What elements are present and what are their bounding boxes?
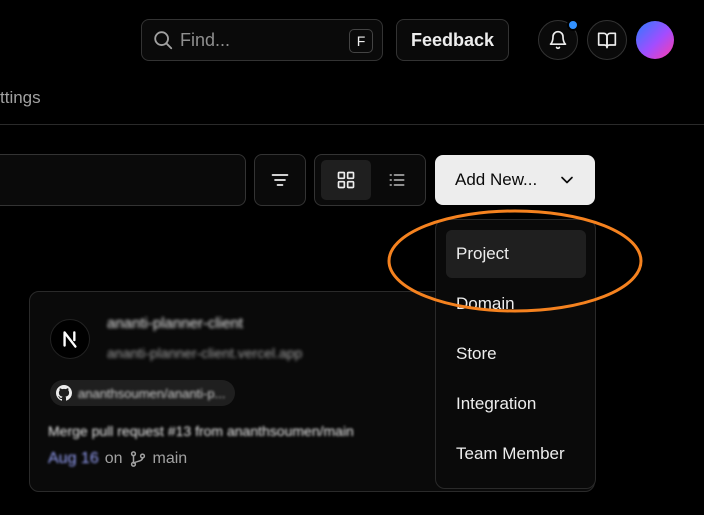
menu-item-project[interactable]: Project bbox=[446, 230, 586, 278]
on-label: on bbox=[104, 450, 123, 467]
commit-time: Aug 16 bbox=[48, 450, 99, 467]
repo-name: ananthsoumen/ananti-p... bbox=[78, 385, 226, 401]
bell-icon bbox=[549, 30, 567, 50]
github-icon bbox=[56, 385, 72, 401]
branch-name[interactable]: main bbox=[153, 450, 188, 468]
add-new-menu: Project Domain Store Integration Team Me… bbox=[435, 219, 596, 489]
add-new-button[interactable]: Add New... bbox=[435, 155, 595, 205]
search-shortcut-key: F bbox=[349, 29, 373, 53]
commit-message: Merge pull request #13 from ananthsoumen… bbox=[48, 423, 354, 439]
search-input[interactable] bbox=[180, 28, 330, 52]
add-new-label: Add New... bbox=[455, 170, 538, 189]
project-name[interactable]: ananti-planner-client bbox=[107, 315, 243, 332]
commit-meta: Aug 16 on main bbox=[48, 450, 187, 468]
project-url[interactable]: ananti-planner-client.vercel.app bbox=[107, 345, 302, 361]
menu-item-store[interactable]: Store bbox=[446, 330, 586, 378]
project-search-input[interactable] bbox=[0, 154, 246, 206]
avatar[interactable] bbox=[636, 21, 674, 59]
filter-icon bbox=[271, 174, 289, 186]
grid-icon bbox=[337, 171, 355, 189]
grid-view-button[interactable] bbox=[321, 160, 371, 200]
view-toggle bbox=[314, 154, 426, 206]
list-icon bbox=[389, 174, 405, 186]
list-view-button[interactable] bbox=[373, 160, 421, 200]
notification-dot bbox=[567, 19, 579, 31]
feedback-button[interactable]: Feedback bbox=[396, 19, 509, 61]
menu-item-integration[interactable]: Integration bbox=[446, 380, 586, 428]
sort-filter-button[interactable] bbox=[254, 154, 306, 206]
book-icon bbox=[597, 32, 617, 49]
search-box[interactable]: F bbox=[141, 19, 383, 61]
menu-item-domain[interactable]: Domain bbox=[446, 280, 586, 328]
git-branch-icon bbox=[130, 451, 145, 467]
notifications-button[interactable] bbox=[538, 19, 579, 60]
docs-button[interactable] bbox=[587, 20, 627, 60]
search-icon bbox=[154, 31, 173, 50]
chevron-down-icon bbox=[561, 176, 573, 184]
nav-divider bbox=[0, 124, 704, 125]
menu-item-team-member[interactable]: Team Member bbox=[446, 430, 586, 478]
tab-settings[interactable]: ttings bbox=[0, 86, 41, 110]
nextjs-logo-icon bbox=[50, 319, 90, 359]
repo-link[interactable]: ananthsoumen/ananti-p... bbox=[50, 380, 236, 406]
